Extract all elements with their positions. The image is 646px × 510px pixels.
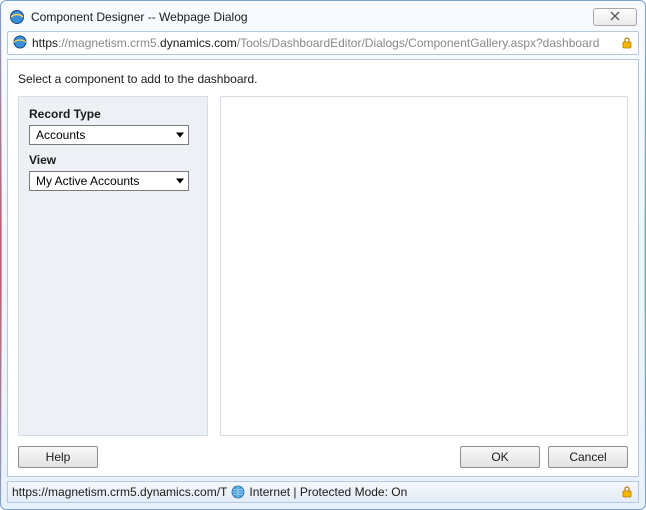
button-row: Help OK Cancel [18,436,628,468]
record-type-label: Record Type [29,107,197,121]
dialog-content: Select a component to add to the dashboa… [7,59,639,477]
address-url: https://magnetism.crm5.dynamics.com/Tool… [32,36,616,50]
globe-icon [231,485,245,499]
help-button[interactable]: Help [18,446,98,468]
view-value: My Active Accounts [36,174,139,188]
main-area: Record Type Accounts View My Active Acco… [18,96,628,436]
close-button[interactable] [593,8,637,26]
status-zone: Internet | Protected Mode: On [249,485,407,499]
chevron-down-icon [176,133,184,138]
ok-button[interactable]: OK [460,446,540,468]
status-bar: https://magnetism.crm5.dynamics.com/T In… [7,481,639,503]
preview-panel [220,96,628,436]
instruction-text: Select a component to add to the dashboa… [18,70,628,96]
view-label: View [29,153,197,167]
status-url: https://magnetism.crm5.dynamics.com/T [12,485,227,499]
titlebar: Component Designer -- Webpage Dialog [5,5,641,31]
cancel-button[interactable]: Cancel [548,446,628,468]
options-panel: Record Type Accounts View My Active Acco… [18,96,208,436]
window-title: Component Designer -- Webpage Dialog [31,10,593,24]
close-icon [610,11,620,24]
lock-icon [620,485,634,499]
record-type-value: Accounts [36,128,85,142]
record-type-select[interactable]: Accounts [29,125,189,145]
lock-icon [620,36,634,50]
ie-icon [9,9,25,25]
chevron-down-icon [176,179,184,184]
view-select[interactable]: My Active Accounts [29,171,189,191]
dialog-window: Component Designer -- Webpage Dialog htt… [0,0,646,510]
address-bar[interactable]: https://magnetism.crm5.dynamics.com/Tool… [7,31,639,55]
page-icon [12,34,28,53]
